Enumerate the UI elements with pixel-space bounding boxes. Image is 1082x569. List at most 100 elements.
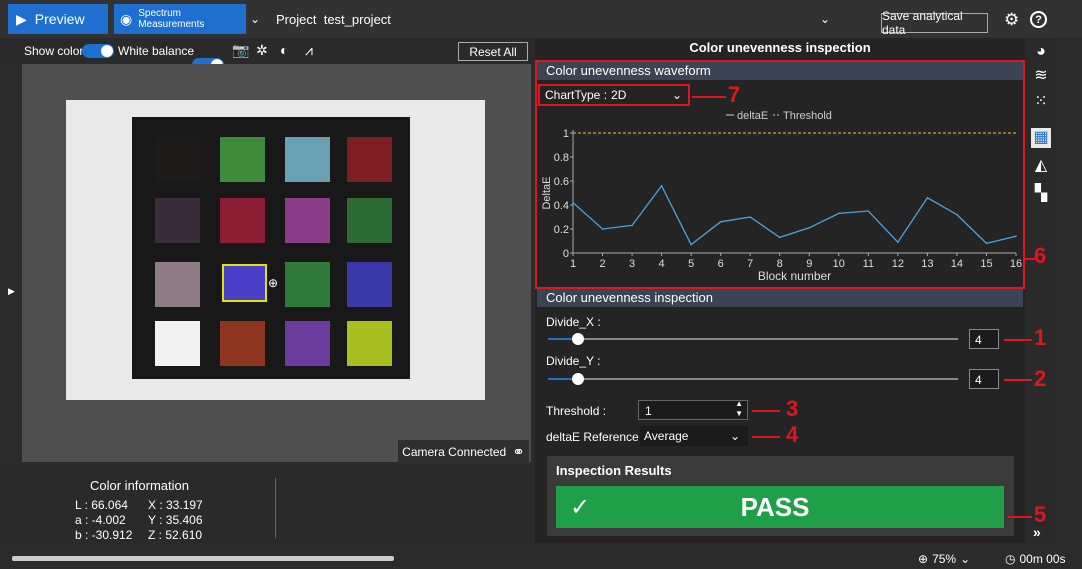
divide-x-track[interactable]: [548, 338, 958, 340]
deltae-point: [956, 213, 958, 216]
annotation-arrow-5: [1008, 516, 1032, 518]
annotation-1: 1: [1034, 325, 1047, 350]
horizontal-scrollbar[interactable]: [12, 556, 394, 561]
deltae-point: [867, 210, 870, 212]
camera-icon[interactable]: 📷: [232, 42, 249, 59]
x-tick-label: 12: [892, 258, 904, 270]
white-balance-label: White balance: [118, 44, 195, 58]
color-patch: [155, 137, 200, 182]
zoom-control[interactable]: ⊕ 75% ⌄: [918, 552, 970, 566]
deltae-point: [690, 243, 692, 246]
divide-y-thumb[interactable]: [572, 373, 584, 385]
color-patch: [347, 262, 392, 307]
project-dropdown-chevron-icon[interactable]: ⌄: [820, 12, 830, 26]
project-label: Project: [276, 12, 317, 27]
x-tick-label: 5: [688, 258, 694, 270]
deltae-point: [719, 221, 722, 223]
divide-x-thumb[interactable]: [572, 333, 584, 345]
charttype-select[interactable]: ChartType :2D ⌄: [538, 84, 690, 106]
color-b: b : -30.912: [75, 528, 133, 542]
stepper-icon[interactable]: ▲ ▼: [735, 399, 743, 419]
x-tick-label: 2: [599, 258, 605, 270]
preview-button[interactable]: ▶ Preview: [8, 4, 108, 34]
color-patch: [285, 262, 330, 307]
annotation-7: 7: [728, 82, 741, 107]
color-a: a : -4.002: [75, 513, 126, 527]
blocks-icon[interactable]: ▚: [1031, 184, 1051, 204]
deltae-point: [985, 242, 988, 245]
color-patch: [347, 321, 392, 366]
deltae-reference-select[interactable]: Average ⌄: [640, 426, 748, 446]
aperture-icon[interactable]: ✲: [256, 42, 268, 59]
threshold-label: Threshold :: [546, 404, 607, 418]
timer: ◷ 00m 00s: [1005, 552, 1066, 566]
color-patch: [155, 262, 200, 307]
divide-x-value[interactable]: 4: [969, 329, 999, 349]
divide-y-value[interactable]: 4: [969, 369, 999, 389]
camera-connected-icon: ⚭: [512, 444, 525, 461]
y-tick-label: 0.2: [554, 224, 569, 236]
annotation-arrow-4: [752, 436, 780, 438]
wave-icon[interactable]: ≋: [1031, 66, 1051, 86]
annotation-2: 2: [1034, 366, 1047, 391]
brightness-icon[interactable]: ◐: [280, 42, 288, 58]
x-tick-label: 7: [747, 258, 753, 270]
waveform-icon[interactable]: ⩘: [305, 42, 313, 59]
annotation-arrow-3: [752, 410, 780, 412]
reset-all-button[interactable]: Reset All: [458, 42, 528, 61]
annotation-arrow-1: [1004, 339, 1032, 341]
color-patch: [285, 137, 330, 182]
play-icon: ▶: [16, 10, 27, 27]
show-color-toggle[interactable]: [82, 44, 114, 58]
y-tick-label: 0.4: [554, 200, 569, 212]
annotation-4: 4: [786, 422, 799, 447]
zoom-patch-icon[interactable]: ⊕: [268, 276, 278, 290]
color-patch: [220, 137, 265, 182]
divide-y-label: Divide_Y :: [546, 354, 601, 368]
timer-value: 00m 00s: [1019, 552, 1066, 566]
x-axis-label: Block number: [758, 269, 831, 283]
color-patch: [155, 321, 200, 366]
deltae-point: [749, 216, 751, 218]
spectrum-label: Spectrum: [138, 8, 182, 19]
charttype-value: 2D: [611, 88, 627, 102]
x-tick-label: 11: [863, 258, 874, 270]
deltae-point: [1015, 235, 1017, 237]
color-patch: [347, 137, 392, 182]
x-tick-label: 10: [833, 258, 845, 270]
measurements-label: Measurements: [138, 19, 205, 30]
color-patch: [285, 321, 330, 366]
annotation-3: 3: [786, 396, 799, 421]
y-tick-label: 0: [563, 248, 569, 260]
expand-left-icon[interactable]: ▶: [8, 286, 15, 297]
deltae-point: [660, 185, 663, 187]
color-wheel-icon[interactable]: ◕: [1031, 42, 1051, 62]
threshold-input[interactable]: 1 ▲ ▼: [638, 399, 748, 420]
deltae-line: [572, 184, 1017, 246]
deltae-point: [572, 201, 574, 204]
divide-y-track[interactable]: [548, 378, 958, 380]
color-patch: [220, 198, 265, 243]
spectrum-measurements-tab[interactable]: ◉ Spectrum Measurements: [114, 4, 246, 34]
x-tick-label: 6: [718, 258, 724, 270]
help-icon[interactable]: ?: [1030, 11, 1047, 28]
gear-icon[interactable]: ⚙: [1004, 10, 1019, 30]
zoom-icon: ⊕: [918, 552, 929, 566]
divide-x-label: Divide_X :: [546, 315, 601, 329]
legend-threshold: Threshold: [783, 110, 832, 122]
y-axis-label: DeltaE: [541, 176, 553, 209]
result-text: PASS: [740, 491, 810, 522]
unevenness-icon[interactable]: ▦: [1031, 128, 1051, 148]
y-tick-label: 1: [563, 128, 569, 140]
deltae-point: [601, 228, 604, 230]
dots-grid-icon[interactable]: ⁙: [1031, 92, 1051, 112]
y-tick-label: 0.8: [554, 152, 569, 164]
deltae-point: [778, 236, 781, 239]
triangle-icon[interactable]: ◭: [1031, 156, 1051, 176]
deltae-point: [631, 224, 633, 227]
selected-patch-grid[interactable]: [222, 264, 267, 302]
chevron-down-icon[interactable]: ⌄: [250, 12, 260, 26]
annotation-arrow-7: [692, 96, 726, 98]
camera-status: Camera Connected ⚭: [398, 440, 529, 464]
save-analytical-data-button[interactable]: Save analytical data: [881, 9, 988, 37]
